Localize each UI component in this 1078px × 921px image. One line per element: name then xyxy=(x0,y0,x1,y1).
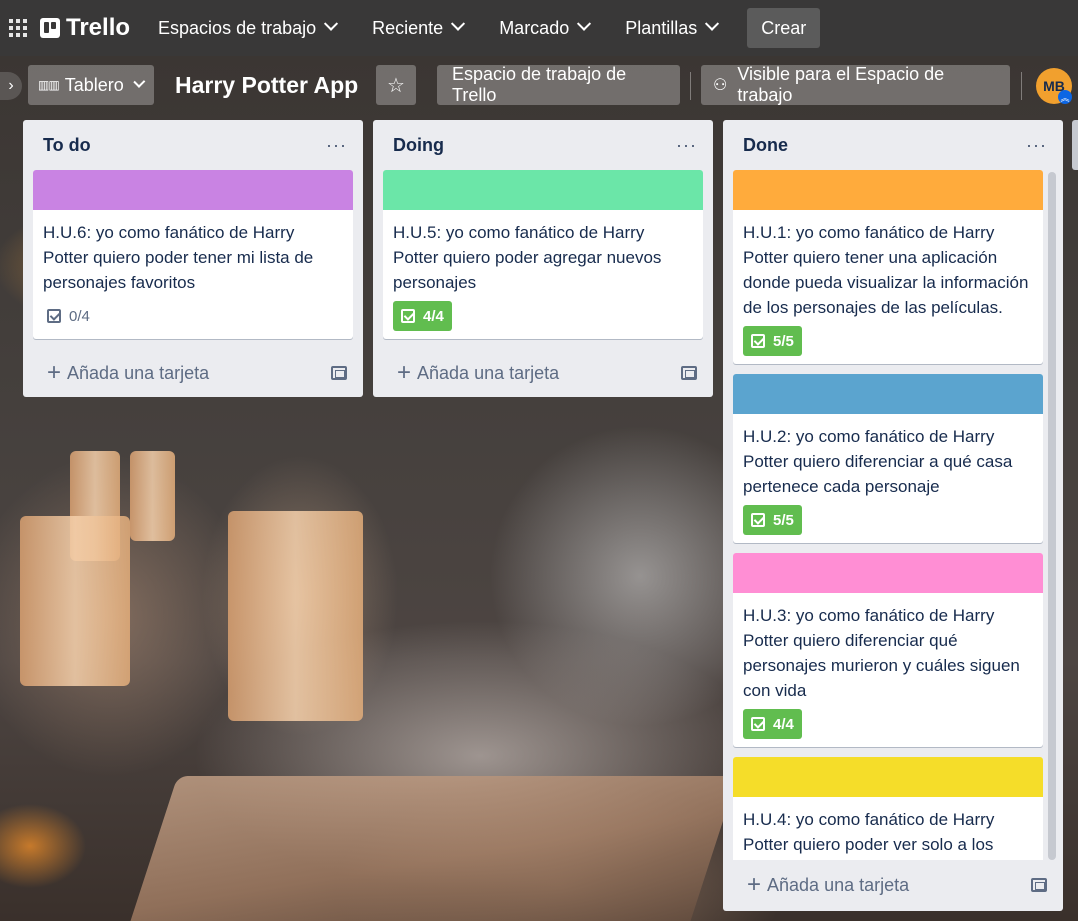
card-cover xyxy=(733,170,1043,210)
add-card-label: Añada una tarjeta xyxy=(67,362,210,383)
chevron-down-icon xyxy=(324,16,339,31)
chevron-right-icon: › xyxy=(8,77,14,94)
card[interactable]: H.U.6: yo como fanático de Harry Potter … xyxy=(33,170,353,339)
create-from-template-icon[interactable] xyxy=(681,366,697,380)
admin-chevron-icon: ︽ xyxy=(1058,90,1072,104)
app-switcher-icon[interactable] xyxy=(4,14,32,42)
plus-icon: + xyxy=(47,359,62,386)
nav-workspaces-label: Espacios de trabajo xyxy=(158,17,317,38)
trello-logo[interactable]: Trello xyxy=(40,14,130,42)
board-view-icon: ▥▥ xyxy=(38,78,60,92)
list-todo: To do ··· H.U.6: yo como fanático de Har… xyxy=(23,120,363,397)
checklist-icon xyxy=(751,334,765,348)
board-view-switcher[interactable]: ▥▥ Tablero xyxy=(28,65,154,105)
chevron-down-icon xyxy=(451,16,466,31)
chevron-down-icon xyxy=(705,16,720,31)
workspace-label: Espacio de trabajo de Trello xyxy=(452,64,627,105)
checklist-icon xyxy=(751,513,765,527)
checklist-icon xyxy=(751,717,765,731)
list-menu-icon[interactable]: ··· xyxy=(1026,135,1047,156)
checklist-badge-complete: 5/5 xyxy=(743,326,802,356)
card[interactable]: H.U.1: yo como fanático de Harry Potter … xyxy=(733,170,1043,364)
checklist-badge: 0/4 xyxy=(43,301,98,331)
card[interactable]: H.U.5: yo como fanático de Harry Potter … xyxy=(383,170,703,339)
list-menu-icon[interactable]: ··· xyxy=(676,135,697,156)
nav-recent[interactable]: Reciente xyxy=(372,16,466,39)
card-title: H.U.1: yo como fanático de Harry Potter … xyxy=(743,223,1029,317)
add-card-label: Añada una tarjeta xyxy=(767,874,910,895)
add-card-button[interactable]: + Añada una tarjeta xyxy=(397,361,559,385)
checklist-count: 4/4 xyxy=(423,307,444,325)
visibility-icon: ⚇ xyxy=(713,77,728,94)
card-title: H.U.2: yo como fanático de Harry Potter … xyxy=(743,427,1013,496)
list-done: Done ··· H.U.1: yo como fanático de Harr… xyxy=(723,120,1063,911)
checklist-badge-complete: 4/4 xyxy=(743,709,802,739)
header-divider xyxy=(690,72,691,100)
chevron-down-icon xyxy=(577,16,592,31)
checklist-count: 0/4 xyxy=(69,307,90,325)
checklist-icon xyxy=(47,309,61,323)
card[interactable]: H.U.3: yo como fanático de Harry Potter … xyxy=(733,553,1043,747)
list-title[interactable]: To do xyxy=(43,135,91,156)
card[interactable]: H.U.2: yo como fanático de Harry Potter … xyxy=(733,374,1043,543)
star-icon: ☆ xyxy=(387,74,405,97)
checklist-badge-complete: 5/5 xyxy=(743,505,802,535)
list-scrollbar[interactable] xyxy=(1048,172,1056,860)
card-cover xyxy=(383,170,703,210)
background-book xyxy=(122,776,738,921)
trello-board-icon xyxy=(40,18,60,38)
checklist-icon xyxy=(401,309,415,323)
header-divider xyxy=(1021,72,1022,100)
visibility-label: Visible para el Espacio de trabajo xyxy=(737,64,945,105)
card-cover xyxy=(733,553,1043,593)
add-card-button[interactable]: + Añada una tarjeta xyxy=(747,873,909,897)
add-card-button[interactable]: + Añada una tarjeta xyxy=(47,361,209,385)
list-title[interactable]: Doing xyxy=(393,135,444,156)
star-board-button[interactable]: ☆ xyxy=(376,65,416,105)
card[interactable]: H.U.4: yo como fanático de Harry Potter … xyxy=(733,757,1043,860)
list-title[interactable]: Done xyxy=(743,135,788,156)
nav-recent-label: Reciente xyxy=(372,17,444,38)
card-cover xyxy=(733,374,1043,414)
board-title[interactable]: Harry Potter App xyxy=(175,72,358,99)
checklist-count: 5/5 xyxy=(773,332,794,350)
card-title: H.U.5: yo como fanático de Harry Potter … xyxy=(393,223,662,292)
nav-templates-label: Plantillas xyxy=(625,17,698,38)
nav-workspaces[interactable]: Espacios de trabajo xyxy=(158,16,339,39)
card-title: H.U.4: yo como fanático de Harry Potter … xyxy=(743,810,995,854)
card-title: H.U.3: yo como fanático de Harry Potter … xyxy=(743,606,1020,700)
create-button[interactable]: Crear xyxy=(747,8,821,48)
nav-starred-label: Marcado xyxy=(499,17,570,38)
visibility-button[interactable]: ⚇ Visible para el Espacio de trabajo xyxy=(701,64,1010,105)
nav-starred[interactable]: Marcado xyxy=(499,16,592,39)
plus-icon: + xyxy=(747,871,762,898)
chevron-down-icon xyxy=(133,75,146,88)
next-list-edge xyxy=(1072,120,1078,170)
top-navigation: Trello Espacios de trabajo Reciente Marc… xyxy=(0,0,1078,56)
card-title: H.U.6: yo como fanático de Harry Potter … xyxy=(43,223,314,292)
board-view-label: Tablero xyxy=(64,74,124,95)
checklist-count: 5/5 xyxy=(773,511,794,529)
create-from-template-icon[interactable] xyxy=(1031,878,1047,892)
list-doing: Doing ··· H.U.5: yo como fanático de Har… xyxy=(373,120,713,397)
background-candle xyxy=(130,451,175,541)
workspace-button[interactable]: Espacio de trabajo de Trello xyxy=(437,64,680,105)
checklist-count: 4/4 xyxy=(773,715,794,733)
list-menu-icon[interactable]: ··· xyxy=(326,135,347,156)
background-candle xyxy=(20,516,130,686)
background-candle xyxy=(228,511,363,721)
card-cover xyxy=(733,757,1043,797)
card-cover xyxy=(33,170,353,210)
plus-icon: + xyxy=(397,359,412,386)
create-from-template-icon[interactable] xyxy=(331,366,347,380)
checklist-badge-complete: 4/4 xyxy=(393,301,452,331)
brand-name: Trello xyxy=(66,14,131,41)
nav-templates[interactable]: Plantillas xyxy=(625,16,720,39)
add-card-label: Añada una tarjeta xyxy=(417,362,560,383)
